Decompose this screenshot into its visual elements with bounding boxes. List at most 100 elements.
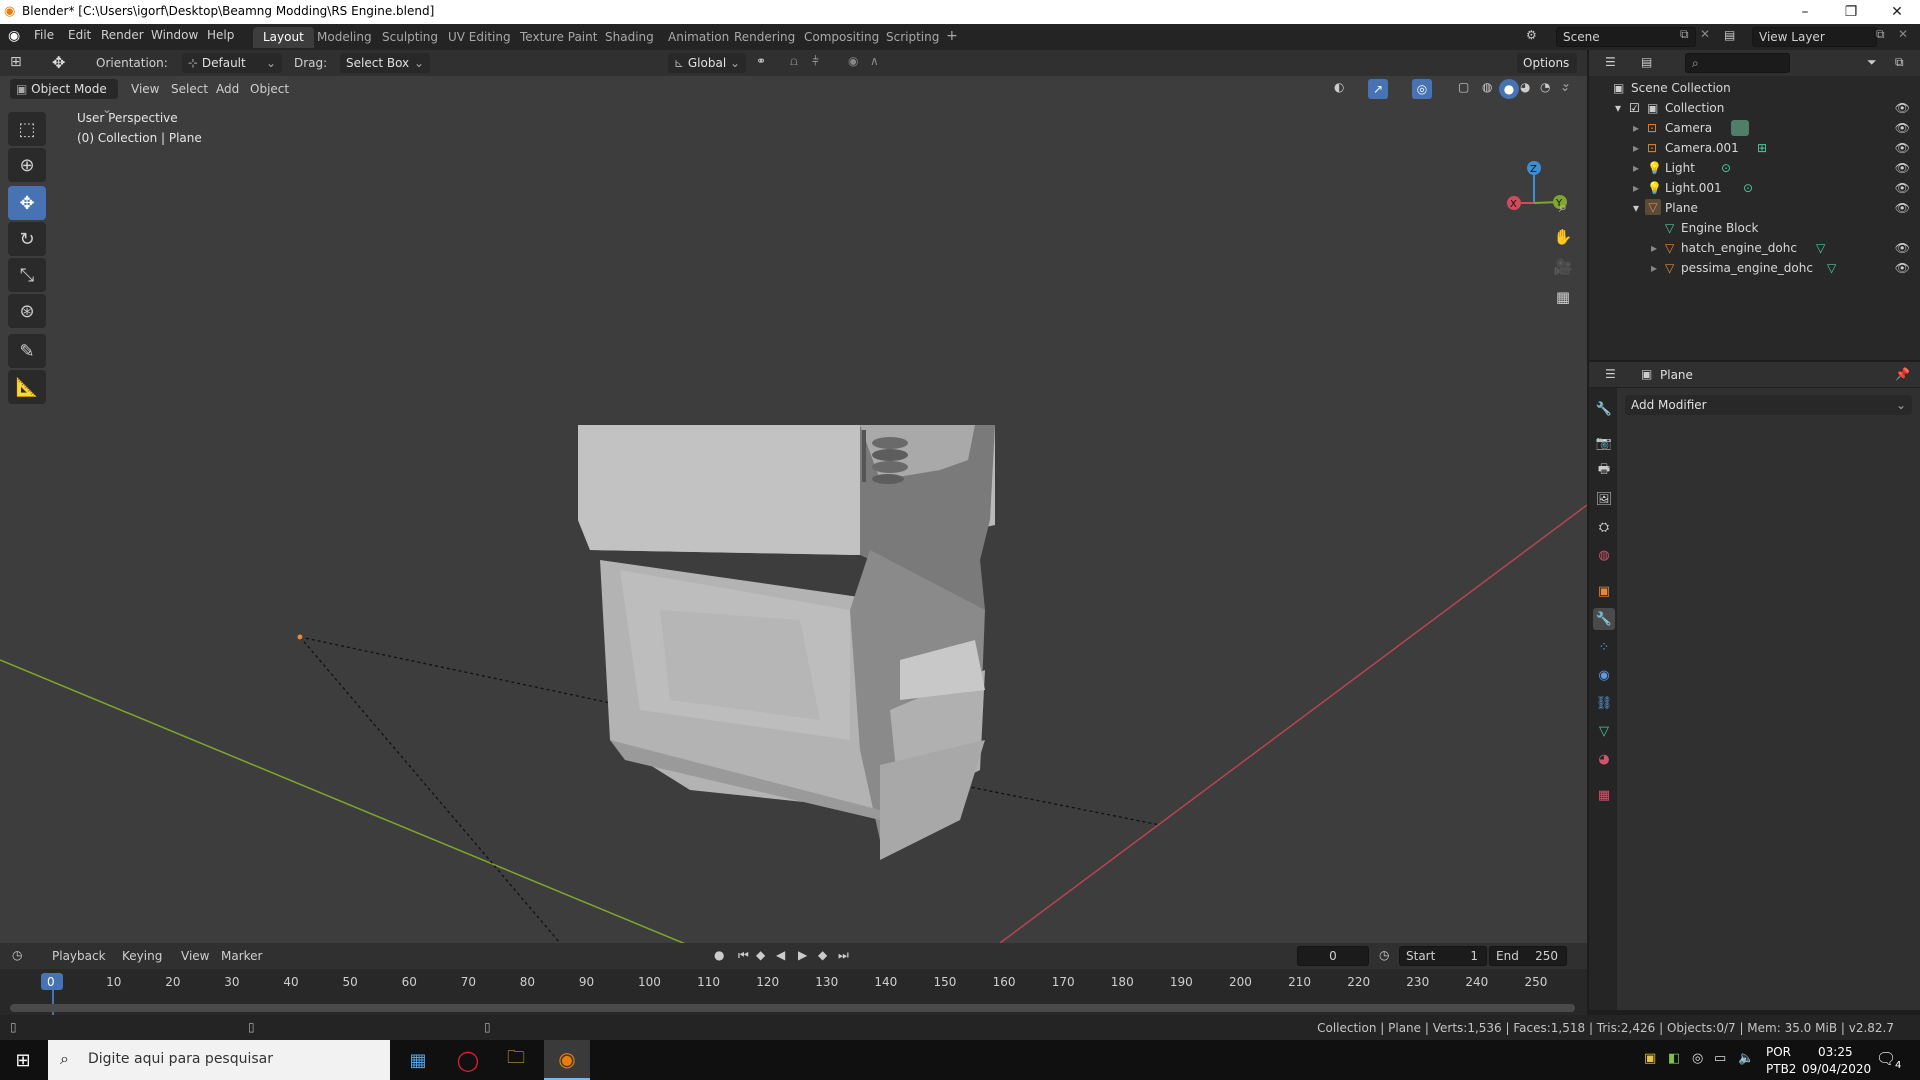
snap-icon[interactable]: ⩍ [790,54,798,69]
menu-help[interactable]: Help [207,28,234,42]
xray-icon[interactable]: ▢ [1458,80,1469,94]
expand-arrow-icon[interactable]: ▾ [1615,98,1621,118]
pivot-point-icon[interactable]: ⚭ [756,54,766,68]
properties-editor-icon[interactable]: ☰ [1605,367,1616,381]
light-data-icon[interactable]: ⊙ [1721,158,1731,178]
steam-icon[interactable]: ◎ [1692,1051,1703,1066]
mesh-data-icon[interactable]: ▽ [1816,238,1825,258]
tab-modeling[interactable]: Modeling [307,27,382,48]
expand-arrow-icon[interactable]: ▸ [1651,258,1657,278]
play-icon[interactable]: ▶ [798,948,807,962]
cursor-tool-icon[interactable]: ⊕ [8,148,46,182]
pin-icon[interactable]: 📌 [1895,367,1910,381]
play-reverse-icon[interactable]: ◀ [776,948,785,962]
new-collection-icon[interactable]: ⧉ [1895,55,1904,70]
clock-icon[interactable]: ◷ [1379,948,1389,962]
wireframe-shading-icon[interactable]: ◍ [1482,80,1492,94]
eye-icon[interactable]: 👁 [1895,158,1910,178]
next-keyframe-icon[interactable]: ◆ [818,948,827,962]
visibility-icon[interactable]: ◐ [1334,80,1344,94]
clock-date[interactable]: 09/04/2020 [1802,1062,1871,1076]
clock-time[interactable]: 03:25 [1818,1045,1853,1059]
menu-window[interactable]: Window [151,28,198,42]
file-explorer-icon[interactable]: 🗀 [498,1046,534,1074]
particles-tab-icon[interactable]: ⁘ [1593,636,1615,658]
editor-type-icon[interactable]: ⊞ [10,54,22,70]
delete-view-layer-icon[interactable]: ✕ [1898,27,1908,41]
eye-icon[interactable]: 👁 [1895,258,1910,278]
menu-object[interactable]: Object [250,82,289,96]
menu-edit[interactable]: Edit [68,28,91,42]
output-tab-icon[interactable]: 🖶 [1593,460,1615,482]
menu-timeline-view[interactable]: View [181,949,209,963]
network-icon[interactable]: ▭ [1714,1051,1726,1066]
drag-dropdown[interactable]: Select Box ⌄ [340,53,430,73]
new-scene-icon[interactable]: ⧉ [1680,27,1689,42]
rotate-tool-icon[interactable]: ↻ [8,222,46,256]
blender-menu-icon[interactable]: ◉ [8,28,20,44]
volume-icon[interactable]: 🔈 [1738,1051,1754,1066]
camera-data-icon[interactable]: ⊞ [1757,138,1767,158]
tab-uv-editing[interactable]: UV Editing [438,27,521,48]
move-tool-icon[interactable]: ✥ [52,53,65,72]
3d-viewport[interactable]: Z Y X ⌕ ✋ 🎥 ▦ User Perspective (0) Colle… [0,50,1587,943]
outliner-row-hatch-engine[interactable]: ▸ ▽ hatch_engine_dohc ▽ 👁 [1589,238,1920,258]
nvidia-icon[interactable]: ◧ [1668,1051,1680,1066]
prev-keyframe-icon[interactable]: ◆ [756,948,765,962]
eye-icon[interactable]: 👁 [1895,178,1910,198]
gizmo-toggle-icon[interactable]: ↗ [1368,79,1388,99]
material-shading-icon[interactable]: ◕ [1520,80,1530,94]
timeline-editor-icon[interactable]: ◷ [12,948,22,962]
new-view-layer-icon[interactable]: ⧉ [1876,27,1885,42]
eye-icon[interactable]: 👁 [1895,138,1910,158]
blender-taskbar-icon[interactable]: ◉ [544,1040,590,1080]
pan-hand-icon[interactable]: ✋ [1551,225,1575,249]
menu-playback[interactable]: Playback [52,949,106,963]
menu-view[interactable]: View [131,82,159,96]
outliner-row-light[interactable]: ▸ 💡 Light ⊙ 👁 [1589,158,1920,178]
view-layer-field[interactable]: View Layer [1752,27,1877,47]
collection-checkbox[interactable]: ☑ [1629,98,1640,118]
object-tab-icon[interactable]: ▣ [1593,580,1615,602]
overlay-toggle-icon[interactable]: ◎ [1412,79,1432,99]
tab-layout[interactable]: Layout [253,27,314,48]
eye-icon[interactable]: 👁 [1895,98,1910,118]
snap-target-icon[interactable]: ⫩ [812,54,819,69]
expand-arrow-icon[interactable]: ▸ [1633,178,1639,198]
render-tab-icon[interactable]: 📷 [1593,432,1615,454]
mesh-data-tab-icon[interactable]: ▽ [1593,720,1615,742]
close-button[interactable]: ✕ [1874,0,1920,24]
texture-tab-icon[interactable]: ▦ [1593,784,1615,806]
outliner-row-plane[interactable]: ▾ ▽ Plane 👁 [1589,198,1920,218]
scene-field[interactable]: Scene [1556,27,1696,47]
constraints-tab-icon[interactable]: ⛓ [1593,692,1615,714]
menu-file[interactable]: File [34,28,54,42]
outliner-row-light-001[interactable]: ▸ 💡 Light.001 ⊙ 👁 [1589,178,1920,198]
opera-browser-icon[interactable]: ◯ [450,1046,486,1074]
menu-marker[interactable]: Marker [221,949,262,963]
outliner-row-camera[interactable]: ▸ ⊡ Camera 👁 [1589,118,1920,138]
shading-options-icon[interactable]: ⌄ [1560,80,1570,94]
tool-tab-icon[interactable]: 🔧 [1593,398,1615,420]
restore-button[interactable]: ❐ [1828,0,1874,24]
tab-sculpting[interactable]: Sculpting [372,27,448,48]
measure-tool-icon[interactable]: 📐 [8,370,46,404]
options-dropdown[interactable]: Options ⌄ [1517,53,1577,90]
solid-shading-icon[interactable]: ● [1499,79,1519,99]
menu-keying[interactable]: Keying [122,949,162,963]
view-layer-icon[interactable]: ▤ [1724,28,1735,42]
rendered-shading-icon[interactable]: ◔ [1540,80,1550,94]
world-tab-icon[interactable]: ◍ [1593,544,1615,566]
proportional-edit-icon[interactable]: ◉ [848,54,858,68]
expand-arrow-icon[interactable]: ▸ [1633,158,1639,178]
scene-tab-icon[interactable]: ⛭ [1593,516,1615,538]
light-data-icon[interactable]: ⊙ [1743,178,1753,198]
expand-arrow-icon[interactable]: ▸ [1633,138,1639,158]
add-modifier-dropdown[interactable]: Add Modifier ⌄ [1625,395,1912,415]
menu-add[interactable]: Add [216,82,239,96]
tab-shading[interactable]: Shading [595,27,664,48]
modifier-tab-icon[interactable]: 🔧 [1593,608,1615,630]
current-frame-field[interactable]: 0 [1297,946,1369,966]
tab-compositing[interactable]: Compositing [794,27,889,48]
grid-view-icon[interactable]: ▦ [1551,285,1575,309]
